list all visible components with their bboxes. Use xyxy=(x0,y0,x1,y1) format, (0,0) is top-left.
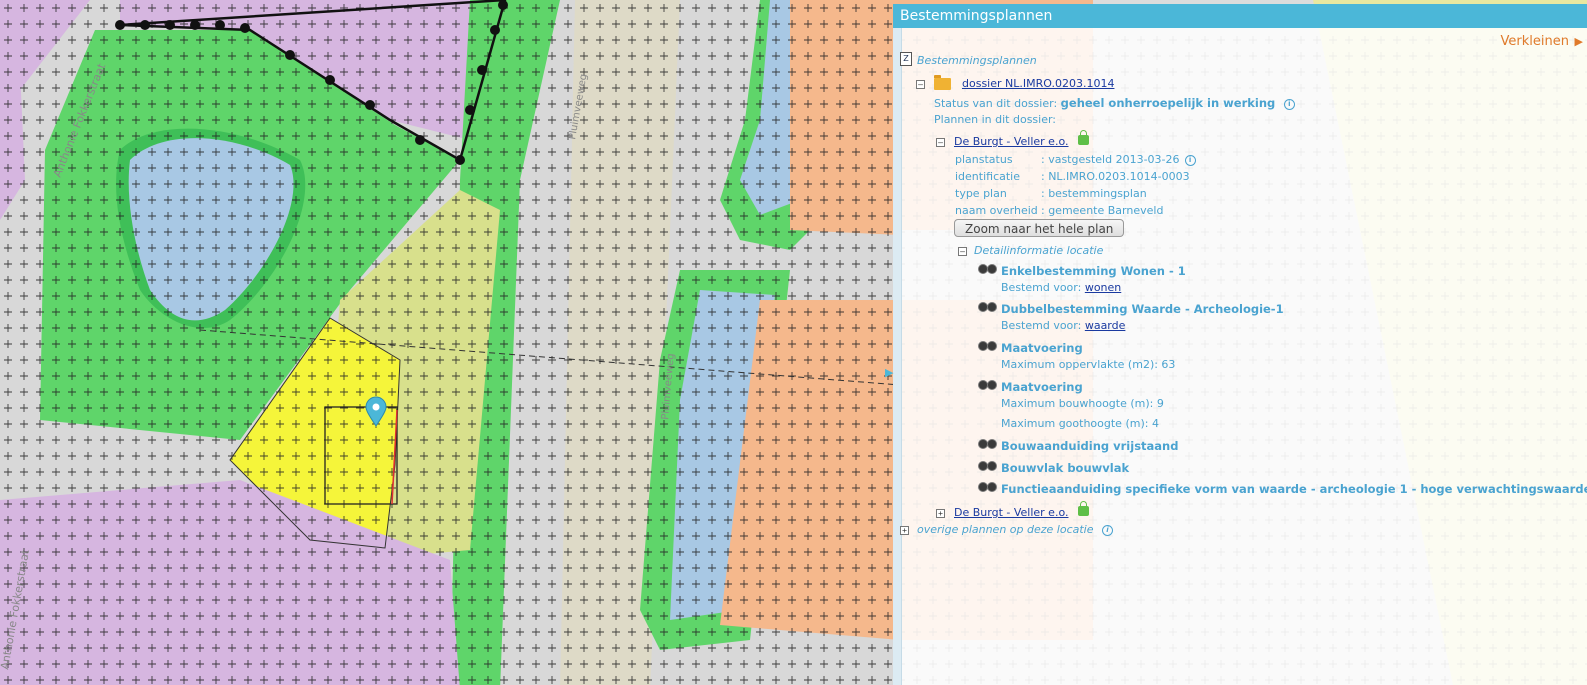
expand-plan-toggle[interactable]: + xyxy=(936,509,945,518)
plan-link[interactable]: De Burgt - Veller e.o. xyxy=(954,135,1068,148)
panel-collapse-edge[interactable] xyxy=(893,28,902,685)
field-key: identificatie xyxy=(955,170,1021,183)
binoculars-icon[interactable] xyxy=(977,458,997,471)
field-value: : gemeente Barneveld xyxy=(1041,204,1164,217)
expand-other-plans-toggle[interactable]: + xyxy=(900,526,909,535)
detail-title: Bouwaanduiding vrijstaand xyxy=(1001,439,1179,453)
bestemd-link[interactable]: waarde xyxy=(1085,319,1126,332)
detail-sub-label: Maximum oppervlakte (m2): 63 xyxy=(1001,358,1176,371)
detail-sub-label: Maximum bouwhoogte (m): 9 xyxy=(1001,397,1164,410)
plans-label: Plannen in dit dossier: xyxy=(934,113,1057,126)
plan-link[interactable]: De Burgt - Veller e.o. xyxy=(954,506,1068,519)
detail-title: Bouwvlak bouwvlak xyxy=(1001,461,1130,475)
binoculars-icon[interactable] xyxy=(977,338,997,351)
field-key: naam overheid xyxy=(955,204,1038,217)
collapse-dossier-toggle[interactable]: – xyxy=(916,80,925,89)
panel-title: Bestemmingsplannen xyxy=(900,8,1053,24)
info-icon[interactable]: i xyxy=(1283,98,1295,110)
detail-title: Maatvoering xyxy=(1001,380,1083,394)
field-value: : NL.IMRO.0203.1014-0003 xyxy=(1041,170,1190,183)
zoom-to-plan-button[interactable]: Zoom naar het hele plan xyxy=(954,219,1125,237)
binoculars-icon[interactable] xyxy=(977,436,997,449)
info-icon[interactable]: i xyxy=(1102,524,1113,536)
detail-sub-label: Bestemd voor: xyxy=(1001,281,1082,294)
detail-info-label: Detailinformatie locatie xyxy=(974,244,1104,257)
detail-sub-label: Maximum goothoogte (m): 4 xyxy=(1001,417,1159,430)
binoculars-icon[interactable] xyxy=(977,479,997,492)
detail-title: Maatvoering xyxy=(1001,341,1083,355)
field-key: planstatus xyxy=(955,153,1013,166)
other-plans-label[interactable]: overige plannen op deze locatie xyxy=(917,523,1094,536)
folder-icon xyxy=(934,75,951,90)
info-icon[interactable]: i xyxy=(1184,154,1196,166)
lock-icon xyxy=(1077,130,1089,145)
status-value: geheel onherroepelijk in werking xyxy=(1060,96,1276,110)
binoculars-icon[interactable] xyxy=(977,377,997,390)
detail-title: Functieaanduiding specifieke vorm van wa… xyxy=(1001,482,1587,496)
status-label: Status van dit dossier: xyxy=(934,97,1058,110)
detail-sub-label: Bestemd voor: xyxy=(1001,319,1082,332)
tree-root-label: Bestemmingsplannen xyxy=(917,54,1037,67)
play-right-icon[interactable]: ▶ xyxy=(1575,35,1583,48)
map-canvas[interactable]: Anthonie Fokkerstraat Anthonie Fokkerstr… xyxy=(0,0,900,685)
field-key: type plan xyxy=(955,187,1007,200)
panel-header: Bestemmingsplannen xyxy=(893,4,1587,28)
lock-icon xyxy=(1077,501,1089,516)
bestemd-link[interactable]: wonen xyxy=(1085,281,1121,294)
field-value: : bestemmingsplan xyxy=(1041,187,1147,200)
verkleinen-button[interactable]: Verkleinen xyxy=(1501,34,1569,49)
binoculars-icon[interactable] xyxy=(977,299,997,312)
collapse-arrow-icon[interactable]: ▶ xyxy=(885,366,893,379)
bestemmingsplannen-panel: Bestemmingsplannen ▶ Verkleinen ▶ Z Best… xyxy=(885,4,1587,685)
detail-title: Dubbelbestemming Waarde - Archeologie-1 xyxy=(1001,302,1284,316)
field-value: : vastgesteld 2013-03-26 i xyxy=(1041,153,1196,166)
document-icon: Z xyxy=(900,52,912,66)
dossier-link[interactable]: dossier NL.IMRO.0203.1014 xyxy=(962,77,1114,90)
collapse-detail-toggle[interactable]: – xyxy=(958,247,967,256)
detail-title: Enkelbestemming Wonen - 1 xyxy=(1001,264,1186,278)
collapse-plan-toggle[interactable]: – xyxy=(936,138,945,147)
binoculars-icon[interactable] xyxy=(977,261,997,274)
